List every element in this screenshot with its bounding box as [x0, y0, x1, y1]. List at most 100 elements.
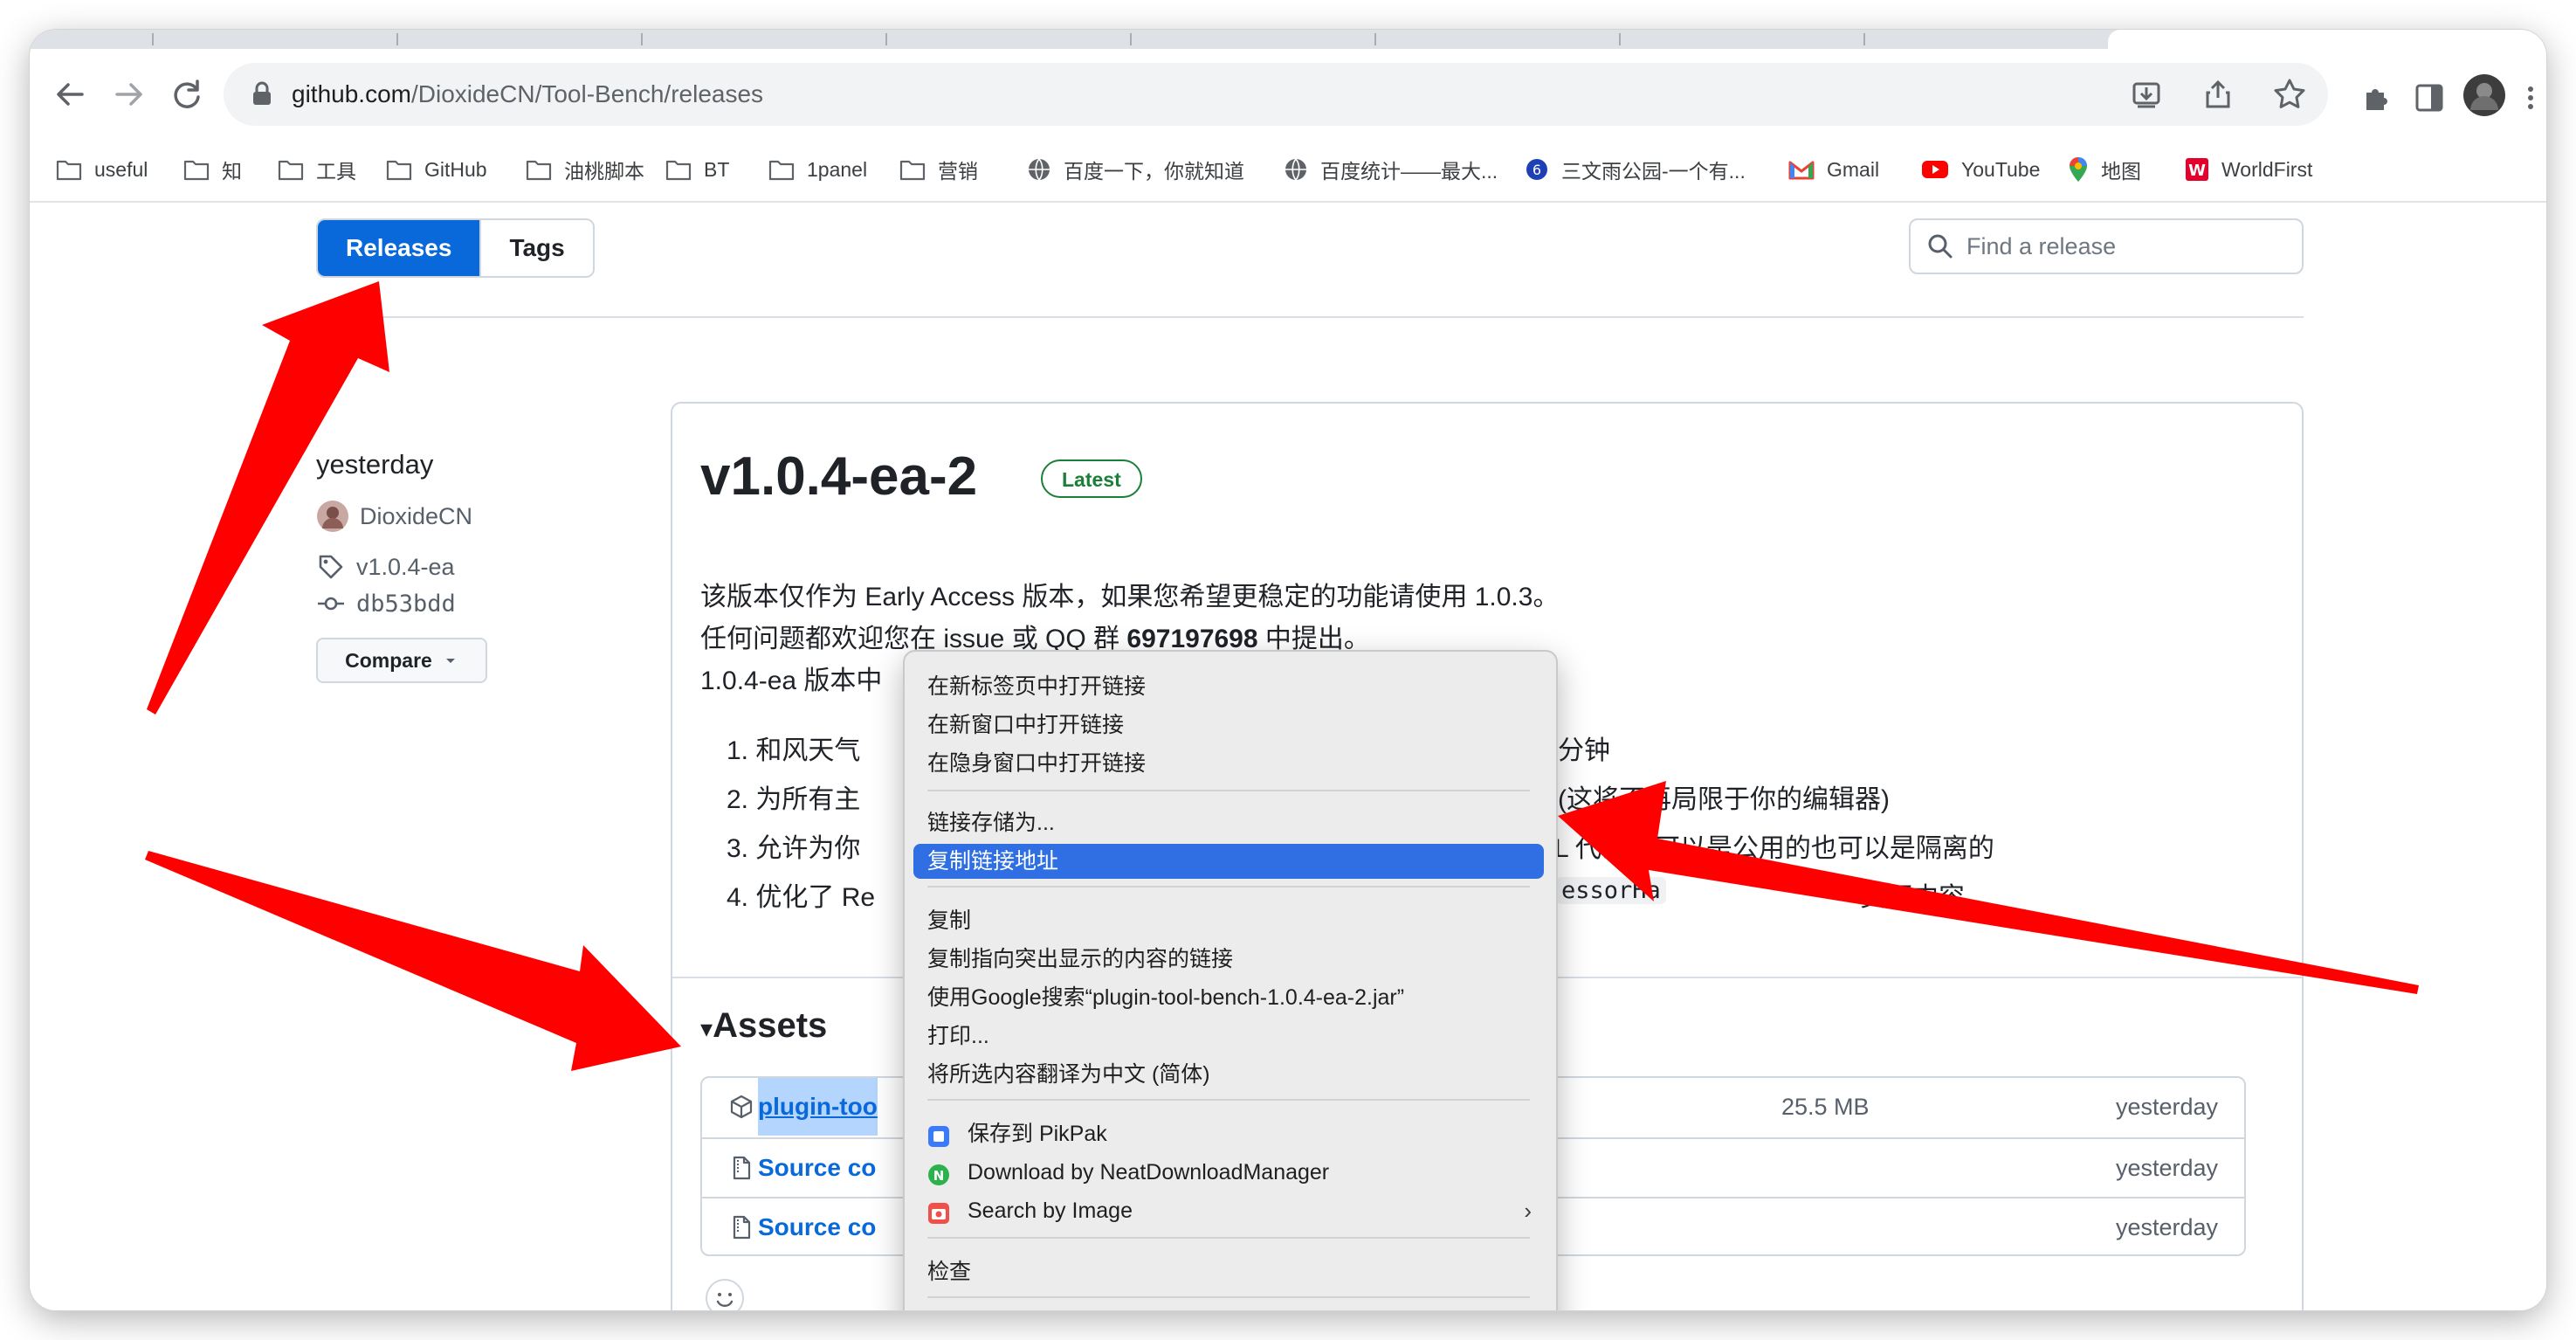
bookmark-item[interactable]: 百度一下，你就知道: [1027, 152, 1244, 187]
bookmark-label: 工具: [316, 160, 356, 183]
url-text[interactable]: github.com/DioxideCN/Tool-Bench/releases: [292, 63, 763, 126]
folder-icon: [386, 158, 412, 181]
folder-icon: [665, 158, 692, 181]
tab-tags[interactable]: Tags: [479, 220, 593, 276]
menu-kebab-icon[interactable]: [2522, 79, 2539, 117]
bookmark-star-icon[interactable]: [2270, 75, 2309, 114]
bookmark-item[interactable]: useful: [56, 152, 148, 187]
context-menu-label: Download by NeatDownloadManager: [968, 1160, 1330, 1185]
bookmark-item[interactable]: 知: [183, 152, 242, 187]
bookmark-label: YouTube: [1961, 157, 2041, 181]
context-menu-label: 在隐身窗口中打开链接: [927, 751, 1147, 776]
commit-icon: [318, 597, 344, 611]
release-title[interactable]: v1.0.4-ea-2: [700, 446, 977, 508]
bookmark-label: 营销: [938, 160, 978, 183]
context-menu-label: Search by Image: [968, 1198, 1133, 1223]
author-name[interactable]: DioxideCN: [360, 503, 472, 530]
svg-text:6: 6: [1533, 162, 1541, 178]
bookmark-item[interactable]: 营销: [899, 152, 978, 187]
active-tab[interactable]: [2108, 30, 2546, 49]
extensions-icon[interactable]: [2358, 79, 2396, 117]
install-app-icon[interactable]: [2127, 75, 2166, 114]
menu-separator: [927, 1296, 1530, 1298]
tag-name[interactable]: v1.0.4-ea: [356, 554, 455, 581]
asset-link-source-zip[interactable]: Source co: [758, 1139, 876, 1197]
youtube-icon: [1921, 159, 1949, 180]
commit-hash[interactable]: db53bdd: [356, 591, 456, 618]
bookmark-item[interactable]: 工具: [278, 152, 356, 187]
bookmark-item[interactable]: W WorldFirst: [2185, 152, 2312, 187]
context-menu-item[interactable]: 将所选内容翻译为中文 (简体): [913, 1057, 1544, 1092]
gmail-icon: [1788, 159, 1815, 180]
bookmark-item[interactable]: 地图: [2068, 152, 2141, 187]
release-commit[interactable]: db53bdd: [316, 589, 456, 618]
search-icon: [1928, 234, 1953, 259]
asset-link-jar[interactable]: plugin-too: [758, 1078, 878, 1136]
assets-toggle[interactable]: ▾Assets: [700, 1006, 827, 1046]
back-icon[interactable]: [49, 73, 91, 115]
bookmark-item[interactable]: 6 三文雨公园-一个有...: [1525, 152, 1746, 187]
context-menu-item[interactable]: Search by Image ›: [913, 1193, 1544, 1228]
browser-toolbar: github.com/DioxideCN/Tool-Bench/releases: [30, 49, 2546, 140]
bookmark-item[interactable]: GitHub: [386, 152, 487, 187]
context-menu-item[interactable]: 在新标签页中打开链接: [913, 669, 1544, 704]
bookmark-label: 百度一下，你就知道: [1064, 160, 1244, 183]
find-release-placeholder: Find a release: [1966, 233, 2117, 259]
context-menu-item[interactable]: 打印...: [913, 1019, 1544, 1053]
release-tag[interactable]: v1.0.4-ea: [316, 552, 455, 582]
tab-releases[interactable]: Releases: [318, 220, 480, 276]
menu-separator: [927, 790, 1530, 791]
context-menu-item[interactable]: 复制链接地址: [913, 844, 1544, 879]
svg-text:W: W: [2188, 162, 2206, 180]
find-release-input[interactable]: Find a release: [1909, 218, 2304, 274]
release-author[interactable]: DioxideCN: [316, 500, 472, 533]
bookmark-item[interactable]: Gmail: [1788, 152, 1879, 187]
forward-icon[interactable]: [108, 73, 150, 115]
side-panel-icon[interactable]: [2410, 79, 2449, 117]
feature-item-1-start: 1. 和风天气: [727, 736, 861, 765]
add-reaction-icon[interactable]: [706, 1279, 744, 1310]
bookmark-label: BT: [704, 157, 730, 181]
author-avatar[interactable]: [316, 500, 349, 533]
feature-item-3-start: 3. 允许为你: [727, 834, 861, 863]
context-menu-label: 链接存储为...: [927, 811, 1055, 835]
globe-icon: [1284, 157, 1308, 182]
reload-icon[interactable]: [166, 73, 208, 115]
compare-button[interactable]: Compare: [316, 638, 487, 683]
context-menu-item[interactable]: 复制指向突出显示的内容的链接: [913, 942, 1544, 977]
context-menu-item[interactable]: 复制: [913, 903, 1544, 938]
worldfirst-icon: W: [2185, 157, 2209, 182]
asset-date: yesterday: [2115, 1155, 2218, 1181]
share-icon[interactable]: [2199, 75, 2237, 114]
folder-icon: [768, 158, 795, 181]
maps-icon: [2068, 156, 2089, 183]
bookmark-item[interactable]: YouTube: [1921, 152, 2040, 187]
bookmark-item[interactable]: 百度统计——最大...: [1284, 152, 1498, 187]
context-menu-item[interactable]: 检查: [913, 1254, 1544, 1289]
caret-down-icon: ▾: [700, 1015, 713, 1042]
context-menu-item[interactable]: 保存到 PikPak: [913, 1116, 1544, 1151]
file-zip-icon: [733, 1215, 751, 1240]
assets-heading: Assets: [713, 1006, 828, 1045]
context-menu-label: 保存到 PikPak: [968, 1122, 1107, 1146]
context-menu-label: 在新窗口中打开链接: [927, 713, 1125, 737]
lock-icon[interactable]: [246, 79, 278, 110]
globe-icon: [1027, 157, 1051, 182]
context-menu-item[interactable]: 在新窗口中打开链接: [913, 708, 1544, 743]
address-bar[interactable]: github.com/DioxideCN/Tool-Bench/releases: [224, 63, 2328, 126]
context-menu-item[interactable]: 在隐身窗口中打开链接: [913, 746, 1544, 781]
feature-item-4-code: essorHa: [1556, 877, 1666, 904]
context-menu-item[interactable]: 链接存储为...: [913, 805, 1544, 840]
context-menu-item[interactable]: 使用Google搜索“plugin-tool-bench-1.0.4-ea-2.…: [913, 980, 1544, 1015]
bookmark-item[interactable]: 1panel: [768, 152, 867, 187]
asset-date: yesterday: [2115, 1094, 2218, 1120]
bookmark-item[interactable]: 油桃脚本: [526, 152, 644, 187]
asset-link-source-tar[interactable]: Source co: [758, 1198, 876, 1256]
bookmark-item[interactable]: BT: [665, 152, 729, 187]
context-menu-item[interactable]: N Download by NeatDownloadManager: [913, 1155, 1544, 1190]
profile-avatar[interactable]: [2462, 73, 2506, 116]
context-menu-label: 检查: [927, 1260, 972, 1284]
pikpak-icon: [927, 1123, 950, 1147]
browser-window: github.com/DioxideCN/Tool-Bench/releases…: [30, 30, 2546, 1310]
bookmark-label: 知: [222, 160, 242, 183]
